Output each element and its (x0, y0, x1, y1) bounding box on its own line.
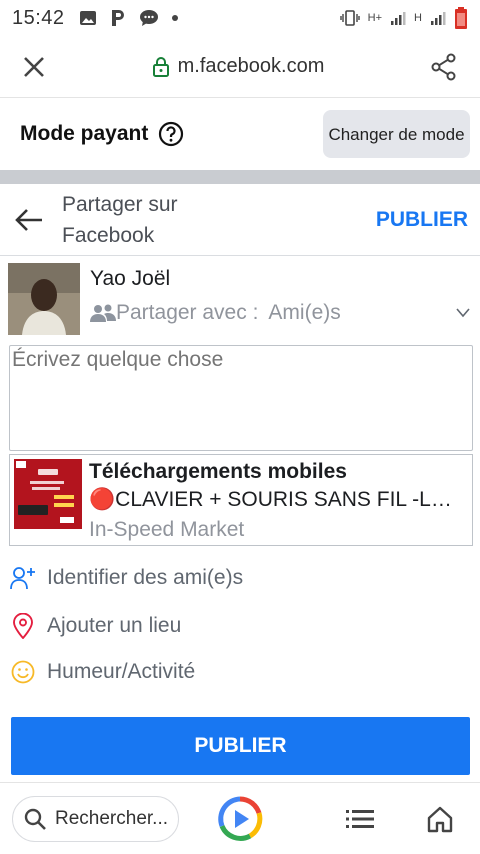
help-icon[interactable] (158, 121, 184, 147)
search-bar[interactable]: Rechercher... (12, 795, 179, 842)
chat-icon (139, 10, 158, 26)
battery-icon (455, 7, 467, 29)
preview-title: Téléchargements mobiles (89, 460, 347, 483)
section-divider (0, 170, 480, 184)
avatar[interactable] (8, 263, 80, 335)
add-location-label: Ajouter un lieu (47, 614, 182, 637)
friends-icon (90, 304, 116, 322)
lock-icon (152, 56, 169, 77)
audience-selector[interactable]: Partager avec : Ami(e)s (90, 301, 472, 325)
image-icon (79, 11, 96, 25)
browser-bottom-bar: Rechercher... (0, 782, 480, 854)
post-text-input[interactable] (9, 345, 473, 451)
network-type-label-2: H (414, 12, 422, 24)
mood-activity-row[interactable]: Humeur/Activité (10, 652, 470, 692)
search-icon (24, 808, 46, 830)
composer-title: Partager sur Facebook (62, 192, 178, 247)
caret-down-icon (456, 308, 470, 318)
audience-value: Ami(e)s (268, 301, 341, 324)
search-placeholder: Rechercher... (55, 807, 168, 829)
location-pin-icon (10, 613, 36, 639)
lens-icon[interactable] (217, 796, 263, 842)
signal-icon-2 (431, 12, 446, 25)
url-field[interactable]: m.facebook.com (46, 55, 430, 78)
status-time: 15:42 (12, 6, 65, 29)
close-icon[interactable] (22, 55, 46, 79)
composer-user-row: Yao Joël Partager avec : Ami(e)s (8, 263, 472, 337)
url-text: m.facebook.com (177, 55, 325, 77)
vibrate-icon (339, 10, 360, 26)
publish-top-button[interactable]: PUBLIER (376, 208, 468, 232)
dot-icon (171, 15, 178, 21)
signal-icon (391, 12, 406, 25)
user-name[interactable]: Yao Joël (90, 267, 472, 291)
mode-title: Mode payant (20, 122, 149, 145)
system-indicators: H+ H (339, 7, 468, 29)
browser-toolbar: m.facebook.com (0, 36, 480, 98)
tag-friends-label: Identifier des ami(e)s (47, 566, 244, 589)
mood-activity-label: Humeur/Activité (47, 660, 196, 683)
composer-header: Partager sur Facebook PUBLIER (0, 184, 480, 256)
p-icon (111, 10, 124, 26)
tabs-list-icon[interactable] (346, 809, 374, 829)
data-mode-bar: Mode payant Changer de mode (0, 98, 480, 170)
back-arrow-icon[interactable] (14, 207, 44, 233)
smiley-icon (10, 659, 36, 685)
tag-friend-icon (10, 565, 36, 591)
status-bar: 15:42 H+ H (0, 0, 480, 36)
share-icon[interactable] (430, 53, 458, 81)
add-location-row[interactable]: Ajouter un lieu (10, 606, 470, 646)
preview-description: 🔴CLAVIER + SOURIS SANS FIL -LOGITECH MK2… (89, 488, 468, 511)
preview-source: In-Speed Market (89, 518, 245, 541)
network-type-label: H+ (367, 12, 383, 24)
audience-prefix: Partager avec : (116, 301, 259, 324)
tag-friends-row[interactable]: Identifier des ami(e)s (10, 558, 470, 598)
preview-thumbnail (14, 459, 82, 529)
change-mode-button[interactable]: Changer de mode (323, 110, 470, 158)
home-icon[interactable] (426, 805, 454, 833)
notification-icons (79, 8, 179, 28)
publish-bottom-button[interactable]: PUBLIER (11, 717, 470, 775)
change-mode-label: Changer de mode (328, 124, 465, 144)
link-preview-card[interactable]: Téléchargements mobiles 🔴CLAVIER + SOURI… (9, 454, 473, 546)
